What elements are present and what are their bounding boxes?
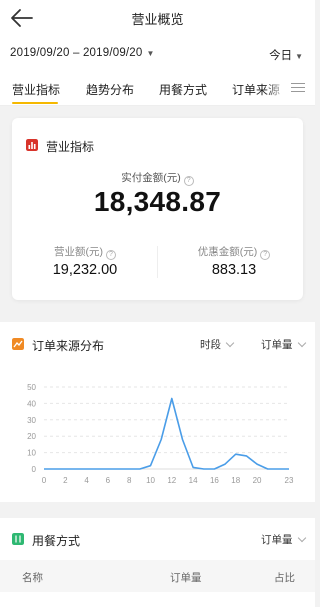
y-tick-label: 30 bbox=[27, 416, 36, 425]
info-icon[interactable]: ? bbox=[260, 250, 271, 260]
period-selector[interactable]: 今日 ▼ bbox=[269, 47, 303, 63]
y-tick-label: 0 bbox=[32, 465, 37, 474]
x-tick-label: 2 bbox=[63, 476, 68, 485]
page-title: 营业概览 bbox=[131, 12, 184, 27]
x-tick-label: 0 bbox=[42, 476, 47, 485]
order-metric-text: 订单量 bbox=[261, 339, 293, 351]
caret-down-icon: ▼ bbox=[295, 52, 303, 61]
x-tick-label: 16 bbox=[210, 476, 219, 485]
dining-metric-text: 订单量 bbox=[261, 534, 293, 546]
y-tick-label: 50 bbox=[27, 383, 36, 392]
discount-label-text: 优惠金额(元) bbox=[197, 246, 258, 258]
time-dimension-text: 时段 bbox=[200, 339, 221, 351]
order-source-line-chart: 0 10 20 30 40 50 0 2 4 6 8 10 12 14 16 18 20 23 bbox=[27, 383, 294, 485]
series-line bbox=[44, 397, 289, 470]
period-text: 今日 bbox=[269, 50, 293, 62]
x-tick-label: 8 bbox=[127, 476, 132, 485]
column-header-share: 占比 bbox=[274, 572, 295, 584]
paid-amount-label-text: 实付金额(元) bbox=[121, 172, 181, 184]
section-tabs: 营业指标 趋势分布 用餐方式 订单来源 bbox=[0, 70, 315, 106]
caret-down-icon: ▼ bbox=[146, 49, 155, 58]
order-metric-dropdown[interactable]: 订单量 bbox=[261, 337, 306, 352]
revenue-label: 营业额(元)? bbox=[20, 244, 150, 260]
x-tick-label: 4 bbox=[84, 476, 89, 485]
chevron-down-icon bbox=[297, 533, 306, 543]
order-source-card: 订单来源分布 时段 订单量 0 10 20 30 40 50 0 2 4 6 8 10 12 14 16 18… bbox=[0, 322, 315, 502]
divider bbox=[157, 246, 158, 278]
order-source-title: 订单来源分布 bbox=[32, 339, 105, 353]
dining-method-card: 用餐方式 订单量 名称 订单量 占比 bbox=[0, 518, 315, 607]
menu-icon[interactable] bbox=[291, 80, 305, 94]
paid-amount-label: 实付金额(元)? bbox=[12, 170, 303, 186]
discount-value: 883.13 bbox=[211, 262, 257, 278]
dining-table-header: 名称 订单量 占比 bbox=[0, 560, 315, 592]
x-tick-label: 23 bbox=[285, 476, 294, 485]
chevron-down-icon bbox=[297, 338, 306, 348]
x-tick-label: 12 bbox=[167, 476, 176, 485]
x-tick-label: 6 bbox=[106, 476, 111, 485]
bar-chart-icon bbox=[26, 139, 38, 151]
time-dimension-dropdown[interactable]: 时段 bbox=[200, 337, 235, 352]
x-tick-label: 20 bbox=[253, 476, 262, 485]
metrics-title: 营业指标 bbox=[46, 140, 95, 154]
date-range-text: 2019/09/20 – 2019/09/20 bbox=[10, 47, 143, 59]
chevron-down-icon bbox=[225, 338, 235, 348]
table-row bbox=[0, 596, 315, 607]
x-tick-label: 18 bbox=[231, 476, 240, 485]
discount-label: 优惠金额(元)? bbox=[169, 244, 299, 260]
tab-trend-distribution[interactable]: 趋势分布 bbox=[86, 81, 134, 98]
y-tick-label: 40 bbox=[27, 399, 36, 408]
metrics-card: 营业指标 实付金额(元)? 18,348.87 营业额(元)? 19,232.0… bbox=[12, 118, 303, 300]
dining-metric-dropdown[interactable]: 订单量 bbox=[261, 532, 306, 547]
info-icon[interactable]: ? bbox=[183, 176, 194, 186]
tab-business-metrics[interactable]: 营业指标 bbox=[12, 81, 60, 98]
revenue-value: 19,232.00 bbox=[52, 262, 118, 278]
top-bar: 营业概览 bbox=[0, 0, 315, 36]
revenue-label-text: 营业额(元) bbox=[54, 246, 103, 258]
paid-amount-value: 18,348.87 bbox=[93, 186, 222, 217]
date-range-picker[interactable]: 2019/09/20 – 2019/09/20 ▼ bbox=[10, 47, 155, 59]
tab-dining-method[interactable]: 用餐方式 bbox=[159, 81, 207, 98]
info-icon[interactable]: ? bbox=[106, 250, 116, 260]
column-header-orders: 订单量 bbox=[170, 572, 202, 584]
utensils-icon bbox=[12, 533, 24, 545]
date-filter-bar: 2019/09/20 – 2019/09/20 ▼ 今日 ▼ bbox=[0, 36, 315, 70]
y-tick-label: 20 bbox=[27, 432, 36, 441]
x-tick-label: 14 bbox=[189, 476, 198, 485]
y-tick-label: 10 bbox=[27, 449, 36, 458]
active-tab-indicator bbox=[12, 102, 58, 104]
column-header-name: 名称 bbox=[22, 572, 43, 584]
line-chart-icon bbox=[12, 338, 24, 350]
dining-method-title: 用餐方式 bbox=[32, 534, 81, 548]
x-tick-label: 10 bbox=[146, 476, 155, 485]
tabs-fade bbox=[265, 70, 287, 105]
